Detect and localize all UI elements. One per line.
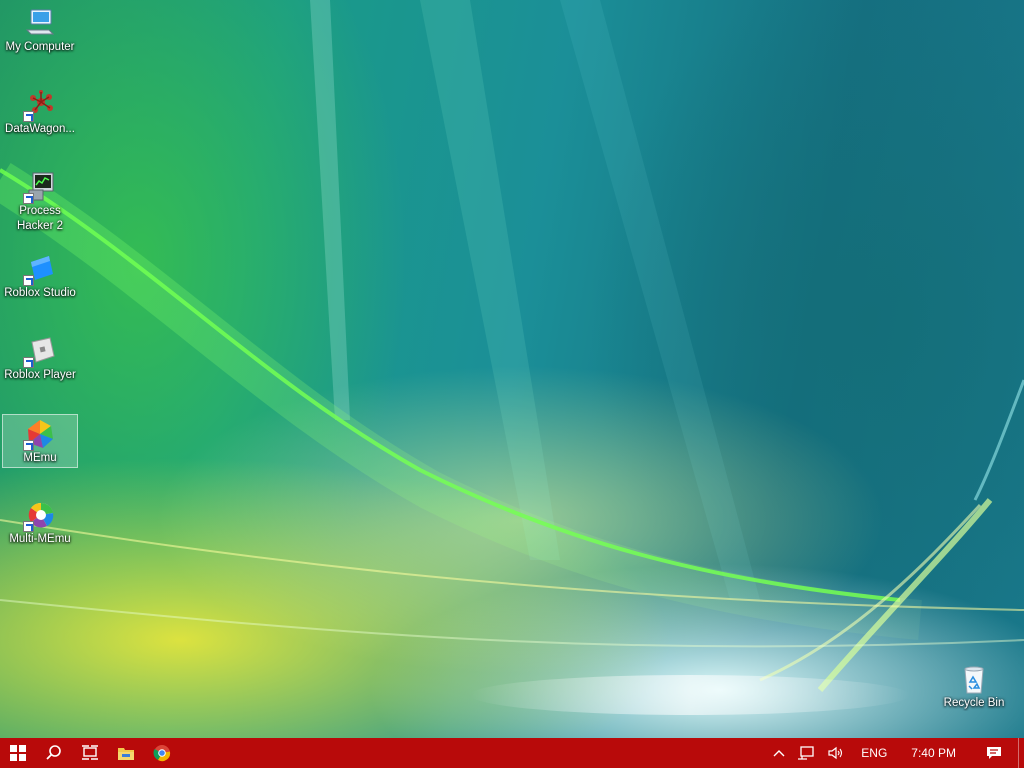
desktop-icon-multi-memu[interactable]: Multi-MEmu (2, 494, 78, 570)
shortcut-arrow-icon (23, 440, 34, 451)
desktop-icon-datawagon[interactable]: DataWagon... (2, 84, 78, 160)
show-hidden-icons-button[interactable] (767, 738, 791, 768)
start-button[interactable] (0, 738, 36, 768)
network-button[interactable] (791, 738, 821, 768)
network-icon (798, 746, 814, 760)
desktop-icon-label: DataWagon... (5, 123, 75, 135)
desktop-icon-recycle-bin[interactable]: Recycle Bin (936, 658, 1012, 734)
datawagon-icon (23, 88, 57, 122)
wallpaper-art (0, 0, 1024, 715)
roblox-player-icon (23, 334, 57, 368)
clock[interactable]: 7:40 PM (897, 738, 970, 768)
search-icon (46, 745, 61, 760)
shortcut-arrow-icon (23, 357, 34, 368)
desktop-icon-label: Process Hacker 2 (16, 205, 64, 232)
desktop-icon-label: Roblox Studio (4, 287, 76, 299)
roblox-studio-icon (23, 252, 57, 286)
shortcut-arrow-icon (23, 193, 34, 204)
shortcut-arrow-icon (23, 521, 34, 532)
shortcut-arrow-icon (23, 275, 34, 286)
desktop-icon-label: Multi-MEmu (9, 533, 71, 545)
desktop-icon-process-hacker[interactable]: Process Hacker 2 (2, 166, 78, 238)
recycle-bin-icon (957, 662, 991, 696)
desktop-icon-memu[interactable]: MEmu (2, 414, 78, 468)
language-indicator[interactable]: ENG (851, 738, 897, 768)
notification-icon (987, 747, 1001, 759)
desktop-icon-label: MEmu (23, 452, 57, 464)
desktop-icon-label: Recycle Bin (943, 697, 1005, 709)
shortcut-arrow-icon (23, 111, 34, 122)
process-hacker-icon (23, 170, 57, 204)
multi-memu-icon (23, 498, 57, 532)
desktop-icon-my-computer[interactable]: My Computer (2, 2, 78, 78)
desktop-background: My Computer DataWagon... Process Hacker … (0, 0, 1024, 738)
file-explorer-button[interactable] (108, 738, 144, 768)
file-explorer-icon (118, 748, 134, 760)
show-desktop-button[interactable] (1018, 738, 1024, 768)
desktop-icon-label: Roblox Player (4, 369, 76, 381)
task-view-icon (82, 745, 98, 760)
start-icon (10, 745, 26, 761)
volume-button[interactable] (821, 738, 851, 768)
computer-icon (23, 6, 57, 40)
task-view-button[interactable] (72, 738, 108, 768)
system-tray: ENG 7:40 PM (767, 738, 1024, 768)
chevron-up-icon (773, 750, 785, 757)
chrome-icon (153, 745, 171, 762)
speaker-icon (828, 746, 843, 760)
action-center-button[interactable] (970, 738, 1018, 768)
desktop-icon-roblox-player[interactable]: Roblox Player (2, 330, 78, 406)
search-button[interactable] (36, 738, 72, 768)
desktop-icon-roblox-studio[interactable]: Roblox Studio (2, 248, 78, 324)
chrome-button[interactable] (144, 738, 180, 768)
memu-icon (23, 417, 57, 451)
taskbar: ENG 7:40 PM (0, 738, 1024, 768)
desktop-icon-label: My Computer (5, 41, 75, 53)
